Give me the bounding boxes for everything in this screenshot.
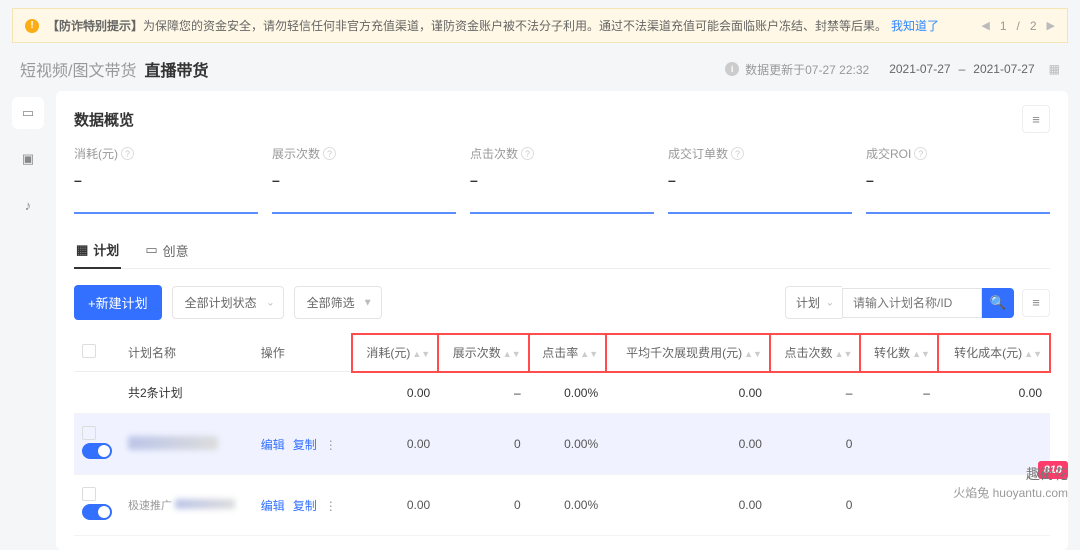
summary-label: 共2条计划 [120, 372, 253, 414]
info-icon: i [725, 62, 739, 76]
sort-icon[interactable]: ▲▼ [503, 351, 521, 357]
help-icon[interactable]: ? [121, 147, 134, 160]
sidebar-folder-icon[interactable]: ▣ [12, 143, 44, 175]
sort-icon[interactable]: ▲▼ [580, 351, 598, 357]
calendar-icon: ▦ [1049, 62, 1060, 76]
toolbar: +新建计划 全部计划状态⌄ 全部筛选▼ 计划⌄ 🔍 ≡ [74, 285, 1050, 320]
overview-title: 数据概览 [74, 109, 134, 130]
row-toggle[interactable] [82, 504, 112, 520]
sort-icon[interactable]: ▲▼ [1024, 351, 1042, 357]
search-input[interactable] [842, 288, 982, 318]
table-row[interactable]: 极速推广 编辑复制⋮ 0.00 0 0.00% 0.00 0 [74, 475, 1050, 536]
metric-order-value: – [668, 172, 852, 188]
edit-link[interactable]: 编辑 [261, 438, 285, 452]
select-all-checkbox[interactable] [82, 344, 96, 358]
help-icon[interactable]: ? [914, 147, 927, 160]
col-cost[interactable]: 转化成本(元)▲▼ [938, 334, 1050, 372]
update-time: 数据更新于07-27 22:32 [745, 61, 869, 78]
help-icon[interactable]: ? [323, 147, 336, 160]
plan-table: 计划名称 操作 消耗(元)▲▼ 展示次数▲▼ 点击率▲▼ 平均千次展现费用(元)… [74, 334, 1050, 536]
date-range[interactable]: 2021-07-27 – 2021-07-27 ▦ [889, 62, 1060, 76]
alert-ack-link[interactable]: 我知道了 [891, 19, 939, 33]
metric-roi-label: 成交ROI [866, 145, 911, 162]
col-op: 操作 [253, 334, 352, 372]
status-select[interactable]: 全部计划状态⌄ [172, 286, 284, 319]
metric-spend-label: 消耗(元) [74, 145, 118, 162]
creative-icon: ▭ [145, 242, 157, 258]
search-icon: 🔍 [990, 295, 1007, 311]
help-icon[interactable]: ? [521, 147, 534, 160]
pager-next-icon[interactable]: ▶ [1047, 19, 1055, 32]
fraud-alert: ! 【防诈特别提示】为保障您的资金安全，请勿轻信任何非官方充值渠道，谨防资金账户… [12, 8, 1068, 43]
col-cpm[interactable]: 平均千次展现费用(元)▲▼ [606, 334, 770, 372]
chevron-down-icon: ⌄ [826, 297, 834, 308]
metric-order-label: 成交订单数 [668, 145, 728, 162]
edit-link[interactable]: 编辑 [261, 499, 285, 513]
new-plan-button[interactable]: +新建计划 [74, 285, 162, 320]
metric-click-value: – [470, 172, 654, 188]
overview-settings-button[interactable]: ≡ [1022, 105, 1050, 133]
pager-total: 2 [1030, 19, 1037, 33]
content-panel: 数据概览 ≡ 消耗(元)? – 展示次数? – 点击次数? – 成交订单数? – 成交R… [56, 91, 1068, 550]
pager-prev-icon[interactable]: ◀ [981, 19, 989, 32]
sidebar-calendar-icon[interactable]: ▭ [12, 97, 44, 129]
sort-icon[interactable]: ▲▼ [835, 351, 853, 357]
filter-icon: ▼ [363, 297, 373, 308]
search-button[interactable]: 🔍 [982, 288, 1014, 318]
metric-spend-value: – [74, 172, 258, 188]
plan-sub: 极速推广 [128, 500, 172, 512]
pager-current: 1 [1000, 19, 1007, 33]
more-icon[interactable]: ⋮ [325, 499, 337, 513]
watermark: 趣街花 火焰兔 huoyantu.com [953, 466, 1068, 502]
sidebar-douyin-icon[interactable]: ♪ [12, 189, 44, 221]
breadcrumb-parent[interactable]: 短视频/图文带货 [20, 57, 136, 81]
sidebar: ▭ ▣ ♪ [12, 91, 52, 550]
col-show[interactable]: 展示次数▲▼ [438, 334, 528, 372]
sort-icon[interactable]: ▲▼ [744, 351, 762, 357]
metric-click-label: 点击次数 [470, 145, 518, 162]
filter-select[interactable]: 全部筛选▼ [294, 286, 382, 319]
metric-show-value: – [272, 172, 456, 188]
plan-name-redacted [128, 436, 218, 450]
chevron-down-icon: ⌄ [266, 297, 274, 308]
alert-text: 为保障您的资金安全，请勿轻信任何非官方充值渠道，谨防资金账户被不法分子利用。通过… [143, 19, 887, 33]
sort-icon[interactable]: ▲▼ [912, 351, 930, 357]
tab-plan[interactable]: ▦计划 [74, 232, 121, 269]
help-icon[interactable]: ? [731, 147, 744, 160]
page-header: 短视频/图文带货 直播带货 i 数据更新于07-27 22:32 2021-07… [0, 43, 1080, 91]
data-update-info: i 数据更新于07-27 22:32 2021-07-27 – 2021-07-… [725, 61, 1060, 78]
col-ctr[interactable]: 点击率▲▼ [529, 334, 607, 372]
copy-link[interactable]: 复制 [293, 438, 317, 452]
row-checkbox[interactable] [82, 487, 96, 501]
col-name[interactable]: 计划名称 [120, 334, 253, 372]
plan-icon: ▦ [76, 242, 88, 258]
search-type-select[interactable]: 计划⌄ [785, 286, 842, 319]
table-settings-button[interactable]: ≡ [1022, 289, 1050, 317]
alert-pager: ◀ 1 / 2 ▶ [981, 19, 1055, 33]
col-conv[interactable]: 转化数▲▼ [860, 334, 938, 372]
metric-roi-value: – [866, 172, 1050, 188]
alert-prefix: 【防诈特别提示】 [47, 19, 143, 33]
summary-row: 共2条计划 0.00 – 0.00% 0.00 – – 0.00 [74, 372, 1050, 414]
tabs: ▦计划 ▭创意 [74, 232, 1050, 269]
row-checkbox[interactable] [82, 426, 96, 440]
table-row[interactable]: 编辑复制⋮ 0.00 0 0.00% 0.00 0 [74, 414, 1050, 475]
warn-icon: ! [25, 19, 39, 33]
metrics-row: 消耗(元)? – 展示次数? – 点击次数? – 成交订单数? – 成交ROI? – [74, 145, 1050, 214]
copy-link[interactable]: 复制 [293, 499, 317, 513]
metric-show-label: 展示次数 [272, 145, 320, 162]
breadcrumb-current: 直播带货 [144, 57, 208, 81]
col-spend[interactable]: 消耗(元)▲▼ [352, 334, 438, 372]
sort-icon[interactable]: ▲▼ [412, 351, 430, 357]
tab-creative[interactable]: ▭创意 [143, 232, 190, 268]
more-icon[interactable]: ⋮ [325, 438, 337, 452]
row-toggle[interactable] [82, 443, 112, 459]
col-click[interactable]: 点击次数▲▼ [770, 334, 860, 372]
